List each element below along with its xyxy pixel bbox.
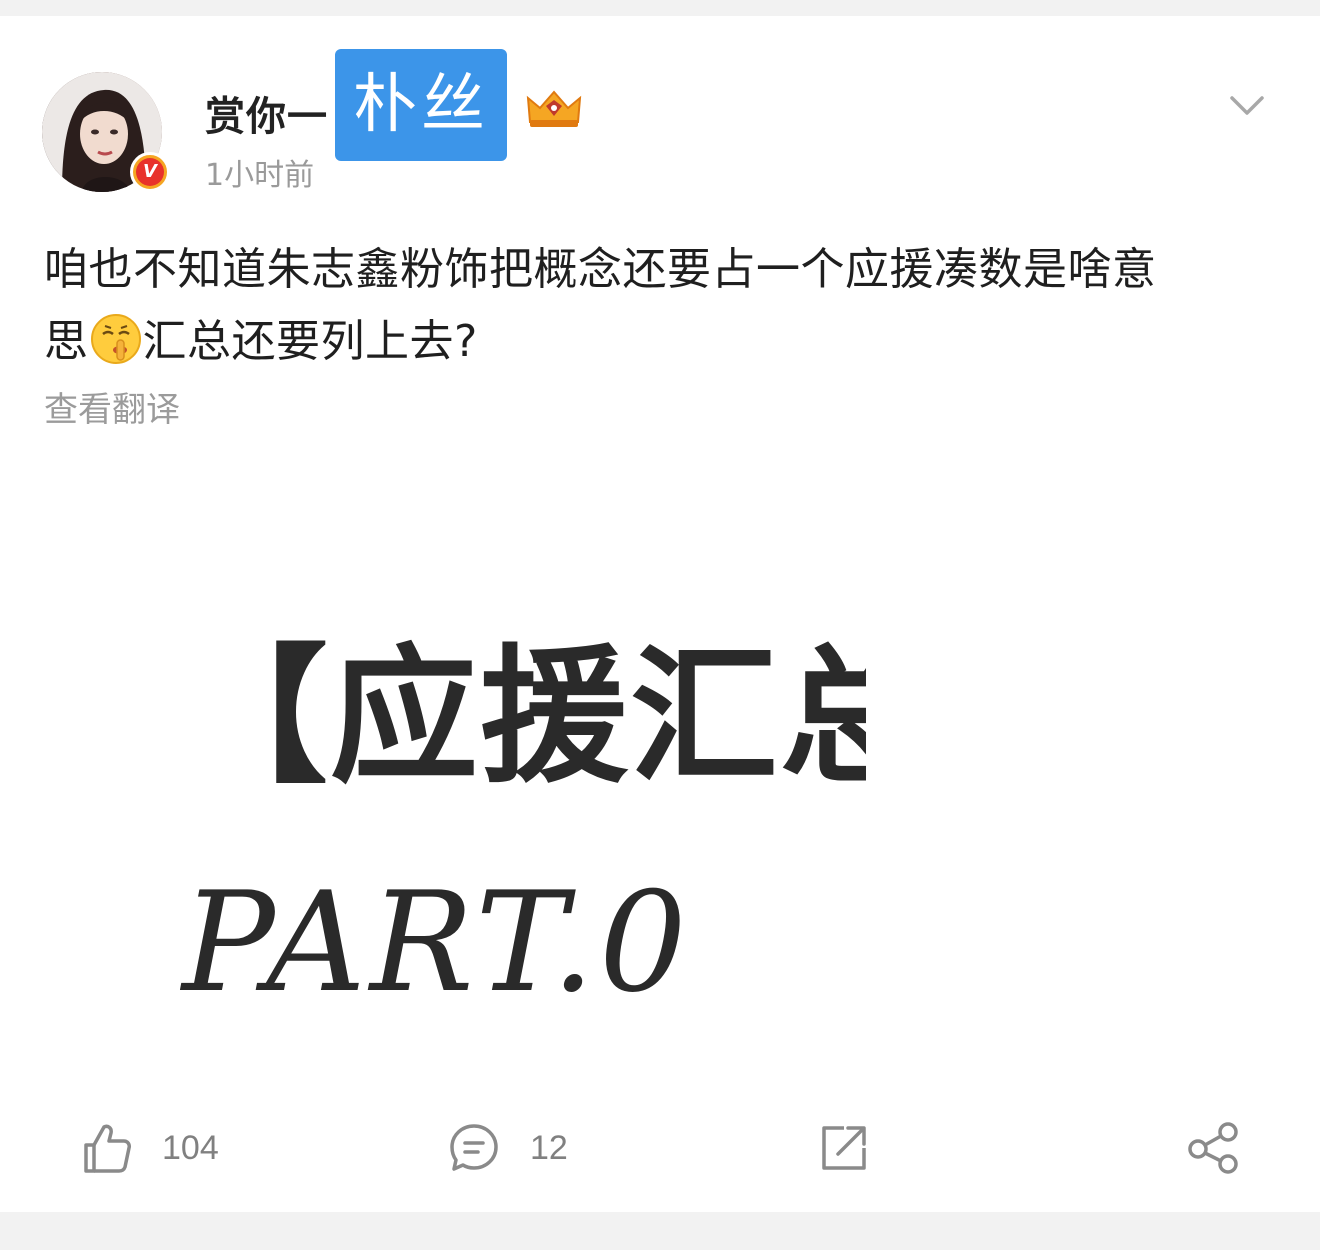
- chevron-down-icon[interactable]: [1228, 92, 1266, 120]
- shushing-face-emoji-icon: [90, 314, 141, 364]
- crown-icon: [526, 90, 582, 127]
- post-image-title: 【应援汇总: [180, 631, 866, 803]
- post-image-subtitle: PART.0: [182, 862, 691, 1023]
- post-timestamp: 1小时前: [205, 158, 315, 193]
- repost-button[interactable]: [818, 1118, 870, 1178]
- repost-icon: [822, 1126, 866, 1170]
- verified-badge-label: V: [136, 158, 164, 186]
- author-name[interactable]: 赏你一: [205, 84, 328, 142]
- comment-icon: [450, 1124, 498, 1171]
- post-text-line2-after: 汇总还要列上去?: [142, 316, 478, 367]
- like-button[interactable]: 104: [82, 1118, 219, 1178]
- post-image[interactable]: 【应援汇总 PART.0: [180, 576, 866, 1046]
- post-text-line2-before: 思: [44, 316, 89, 367]
- like-count: 104: [162, 1128, 219, 1167]
- name-overlay-sticker: 朴丝: [335, 49, 507, 161]
- post-text-line1: 咱也不知道朱志鑫粉饰把概念还要占一个应援凑数是啥意: [44, 244, 1157, 295]
- thumbs-up-icon: [84, 1124, 131, 1173]
- post-text-line2: 思 汇总还要列上去?: [44, 306, 1274, 378]
- share-icon: [1188, 1122, 1238, 1174]
- comment-count: 12: [530, 1128, 568, 1167]
- post-body-text: 咱也不知道朱志鑫粉饰把概念还要占一个应援凑数是啥意 思 汇总还要列上去?: [44, 234, 1274, 378]
- view-translation-link[interactable]: 查看翻译: [44, 382, 180, 431]
- verified-badge: V: [130, 152, 170, 192]
- post-card: V 赏你一 朴丝 1小时前 咱也不知道朱志鑫粉饰把概念还要占一个应援凑数是啥意 …: [0, 16, 1320, 1212]
- share-button[interactable]: [1186, 1118, 1240, 1178]
- comment-button[interactable]: 12: [448, 1118, 568, 1178]
